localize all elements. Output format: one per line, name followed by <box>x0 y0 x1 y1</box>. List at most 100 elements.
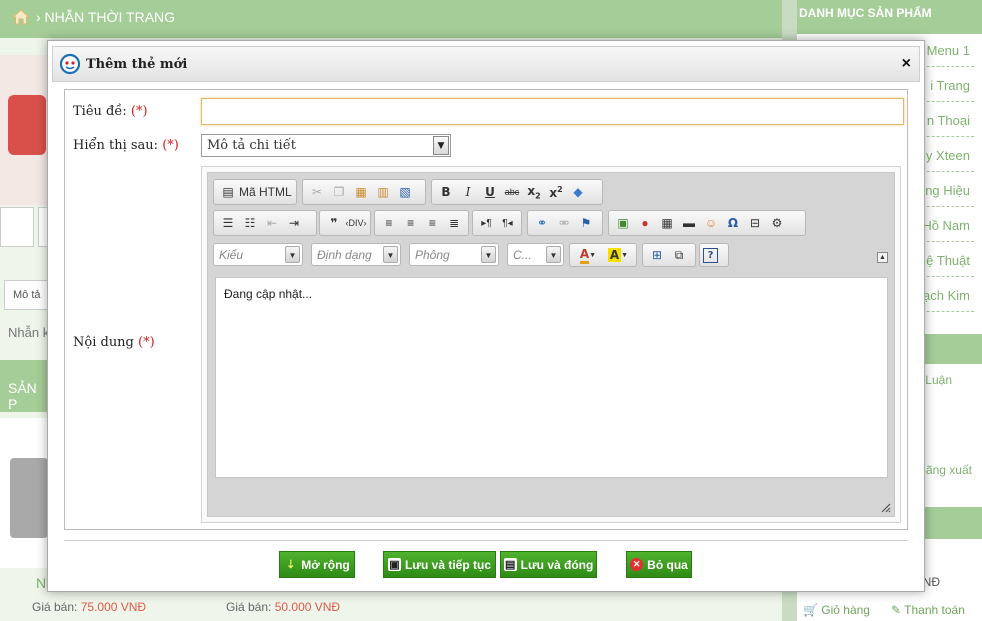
sidebar-item[interactable]: Menu 1 <box>927 43 970 58</box>
image-icon[interactable]: ▣ <box>612 213 634 233</box>
horizontal-line-icon[interactable]: ▬ <box>678 213 700 233</box>
blockquote-icon[interactable]: ❞ <box>323 213 345 233</box>
anchor-flag-icon[interactable]: ⚑ <box>575 213 597 233</box>
rtl-icon[interactable]: ¶◂ <box>497 213 518 233</box>
checkout-link[interactable]: ✎ Thanh toán <box>891 603 965 617</box>
breadcrumb-bar: › NHẪN THỜI TRANG <box>0 0 782 38</box>
chevron-down-icon[interactable]: ▼ <box>481 246 496 263</box>
background-color-icon[interactable]: A ▼ <box>603 245 633 265</box>
styles-combo[interactable]: Kiểu ▼ <box>213 243 303 266</box>
cart-total: NĐ <box>922 575 940 589</box>
copy-icon[interactable]: ❐ <box>328 182 350 202</box>
home-icon[interactable] <box>12 8 30 26</box>
sidebar-item[interactable]: n Thoại <box>927 113 970 128</box>
show-blocks-icon[interactable]: ⧉ <box>668 245 690 265</box>
bullet-list-icon[interactable]: ☷ <box>239 213 261 233</box>
chevron-down-icon[interactable]: ▼ <box>383 246 398 263</box>
title-input[interactable] <box>201 98 904 125</box>
breadcrumb[interactable]: › NHẪN THỜI TRANG <box>36 9 175 25</box>
unlink-icon[interactable]: ⚮ <box>553 213 575 233</box>
chevron-down-icon[interactable]: ▼ <box>546 246 561 263</box>
remove-format-icon[interactable]: ◆ <box>567 182 589 202</box>
maximize-icon[interactable]: ⊞ <box>646 245 668 265</box>
paste-icon[interactable]: ▦ <box>350 182 372 202</box>
sidebar-link[interactable]: Luận <box>925 373 952 387</box>
sidebar-item[interactable]: Hồ Nam <box>922 218 970 233</box>
div-container-icon[interactable]: ‹DIV› <box>345 213 367 233</box>
align-right-icon[interactable]: ≡ <box>422 213 444 233</box>
align-justify-icon[interactable]: ≣ <box>443 213 465 233</box>
align-center-icon[interactable]: ≡ <box>400 213 422 233</box>
italic-icon[interactable]: I <box>457 182 479 202</box>
bold-icon[interactable]: B <box>435 182 457 202</box>
plus-icon: ⇣ <box>286 559 296 571</box>
sidebar-item[interactable]: ạch Kim <box>923 288 970 303</box>
save-icon: ▣ <box>387 558 401 571</box>
numbered-list-icon[interactable]: ☰ <box>217 213 239 233</box>
sidebar-link[interactable]: hãng xuất <box>919 463 972 477</box>
section-heading: SẢN P <box>0 360 48 412</box>
app-logo-icon <box>59 53 81 75</box>
editor-frame: ▤ Mã HTML ✂ ❐ ▦ ▥ ▧ B I U abc x2 x2 ◆ ☰ … <box>207 172 895 517</box>
font-size-combo[interactable]: C... ▼ <box>507 243 564 266</box>
product-image <box>0 55 48 205</box>
product-name[interactable]: N <box>36 575 46 591</box>
direction-group: ▸¶ ¶◂ <box>472 210 522 236</box>
list-group: ☰ ☷ ⇤ ⇥ <box>213 210 317 236</box>
collapse-toolbar-icon[interactable]: ▲ <box>877 252 888 263</box>
sidebar-item[interactable]: i Trang <box>930 78 970 93</box>
expand-button[interactable]: ⇣ Mở rộng <box>279 551 355 578</box>
chevron-down-icon[interactable]: ▼ <box>433 136 449 155</box>
basic-styles-group: B I U abc x2 x2 ◆ <box>431 179 603 205</box>
tools-group: ⊞ ⧉ <box>642 243 696 267</box>
font-combo[interactable]: Phông ▼ <box>409 243 499 266</box>
sidebar-heading: DANH MỤC SẢN PHẨM <box>797 0 982 34</box>
text-color-icon[interactable]: A ▼ <box>573 245 603 265</box>
smiley-icon[interactable]: ☺ <box>700 213 722 233</box>
sidebar-item[interactable]: ng Hiệu <box>925 183 970 198</box>
sidebar-item[interactable]: y Xteen <box>926 148 970 163</box>
special-char-icon[interactable]: Ω <box>722 213 744 233</box>
cancel-button[interactable]: ✕ Bỏ qua <box>626 551 692 578</box>
paste-text-icon[interactable]: ▥ <box>372 182 394 202</box>
rich-text-editor: ▤ Mã HTML ✂ ❐ ▦ ▥ ▧ B I U abc x2 x2 ◆ ☰ … <box>201 166 901 523</box>
cancel-icon: ✕ <box>630 558 644 571</box>
source-button[interactable]: ▤ Mã HTML <box>213 179 297 205</box>
save-close-button[interactable]: ▤ Lưu và đóng <box>500 551 597 578</box>
indent-icon[interactable]: ⇥ <box>283 213 305 233</box>
page-break-icon[interactable]: ⊟ <box>744 213 766 233</box>
save-continue-button[interactable]: ▣ Lưu và tiếp tục <box>383 551 496 578</box>
close-icon[interactable]: × <box>902 55 911 73</box>
sidebar-item[interactable]: ệ Thuật <box>926 253 970 268</box>
content-label: Nội dung (*) <box>73 335 155 350</box>
link-group: ⚭ ⚮ ⚑ <box>527 210 603 236</box>
form-panel: Tiêu đề: (*) Hiển thị sau: (*) Mô tả chi… <box>64 89 908 530</box>
cut-icon[interactable]: ✂ <box>306 182 328 202</box>
outdent-icon[interactable]: ⇤ <box>261 213 283 233</box>
paste-word-icon[interactable]: ▧ <box>394 182 416 202</box>
iframe-icon[interactable]: ⚙ <box>766 213 788 233</box>
resize-handle-icon[interactable] <box>879 501 891 513</box>
editor-content[interactable]: Đang cập nhật... <box>215 277 888 478</box>
cart-link[interactable]: 🛒 Giỏ hàng <box>803 603 870 617</box>
align-left-icon[interactable]: ≡ <box>378 213 400 233</box>
price-2: Giá bán: 50.000 VNĐ <box>226 600 341 614</box>
underline-icon[interactable]: U <box>479 182 501 202</box>
blockquote-group: ❞ ‹DIV› <box>319 210 371 236</box>
tab-description[interactable]: Mô tả <box>4 280 48 310</box>
flash-icon[interactable]: ● <box>634 213 656 233</box>
help-icon[interactable]: ? <box>703 247 718 263</box>
dialog-title: Thêm thẻ mới <box>86 57 188 72</box>
product-card[interactable] <box>0 418 48 568</box>
table-icon[interactable]: ▦ <box>656 213 678 233</box>
chevron-down-icon[interactable]: ▼ <box>285 246 300 263</box>
link-icon[interactable]: ⚭ <box>531 213 553 233</box>
subscript-icon[interactable]: x2 <box>523 182 545 202</box>
ltr-icon[interactable]: ▸¶ <box>476 213 497 233</box>
strikethrough-icon[interactable]: abc <box>501 182 523 202</box>
thumbnail[interactable] <box>0 207 34 247</box>
align-group: ≡ ≡ ≡ ≣ <box>374 210 469 236</box>
format-combo[interactable]: Định dạng ▼ <box>311 243 401 266</box>
superscript-icon[interactable]: x2 <box>545 182 567 202</box>
display-after-select[interactable]: Mô tả chi tiết ▼ <box>201 134 451 157</box>
